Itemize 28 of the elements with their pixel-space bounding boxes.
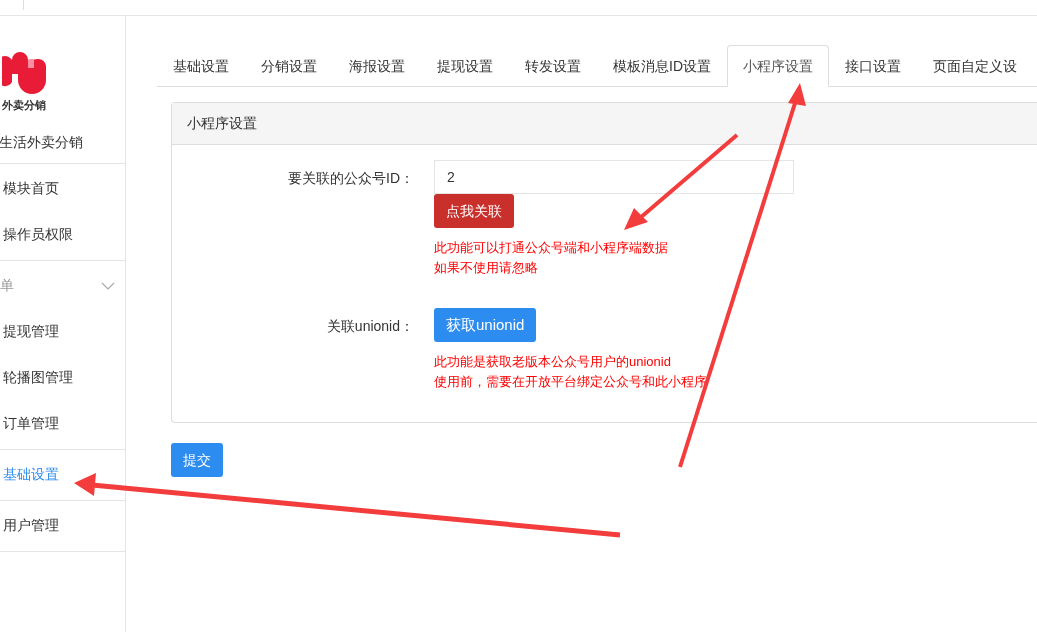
tab[interactable]: 基础设置 xyxy=(157,45,245,87)
sidebar-item[interactable]: 操作员权限 xyxy=(0,211,73,258)
sidebar-item[interactable]: 用户管理 xyxy=(0,502,59,549)
field-label: 要关联的公众号ID： xyxy=(287,169,415,188)
help-text: 此功能可以打通公众号端和小程序端数据 xyxy=(434,239,668,257)
sidebar-item[interactable]: 模块首页 xyxy=(0,165,59,212)
tab[interactable]: 分销设置 xyxy=(245,45,333,87)
tab[interactable]: 接口设置 xyxy=(829,45,917,87)
tab[interactable]: 小程序设置 xyxy=(727,45,829,87)
tab[interactable]: 提现设置 xyxy=(421,45,509,87)
sidebar-item[interactable]: 订单管理 xyxy=(0,400,59,447)
logo-icon xyxy=(2,52,48,94)
tab[interactable]: 转发设置 xyxy=(509,45,597,87)
field-label: 关联unionid： xyxy=(325,317,415,336)
help-text: 此功能是获取老版本公众号用户的unionid xyxy=(434,353,672,371)
tab[interactable]: 页面自定义设 xyxy=(917,45,1033,87)
tab[interactable]: 海报设置 xyxy=(333,45,421,87)
action-button[interactable]: 点我关联 xyxy=(434,194,514,228)
logo-text: 外卖分销 xyxy=(2,98,46,113)
help-text: 如果不使用请忽略 xyxy=(434,259,539,277)
sidebar-item[interactable]: 轮播图管理 xyxy=(0,354,73,401)
chevron-icon xyxy=(101,281,115,290)
sidebar-item[interactable]: 提现管理 xyxy=(0,308,59,355)
tab[interactable]: 模板消息ID设置 xyxy=(597,45,727,87)
panel-title: 小程序设置 xyxy=(187,114,257,133)
menu-group-title: 单 xyxy=(0,276,14,295)
id-input[interactable]: 2 xyxy=(434,160,794,194)
sidebar-item[interactable]: 基础设置 xyxy=(0,451,59,498)
